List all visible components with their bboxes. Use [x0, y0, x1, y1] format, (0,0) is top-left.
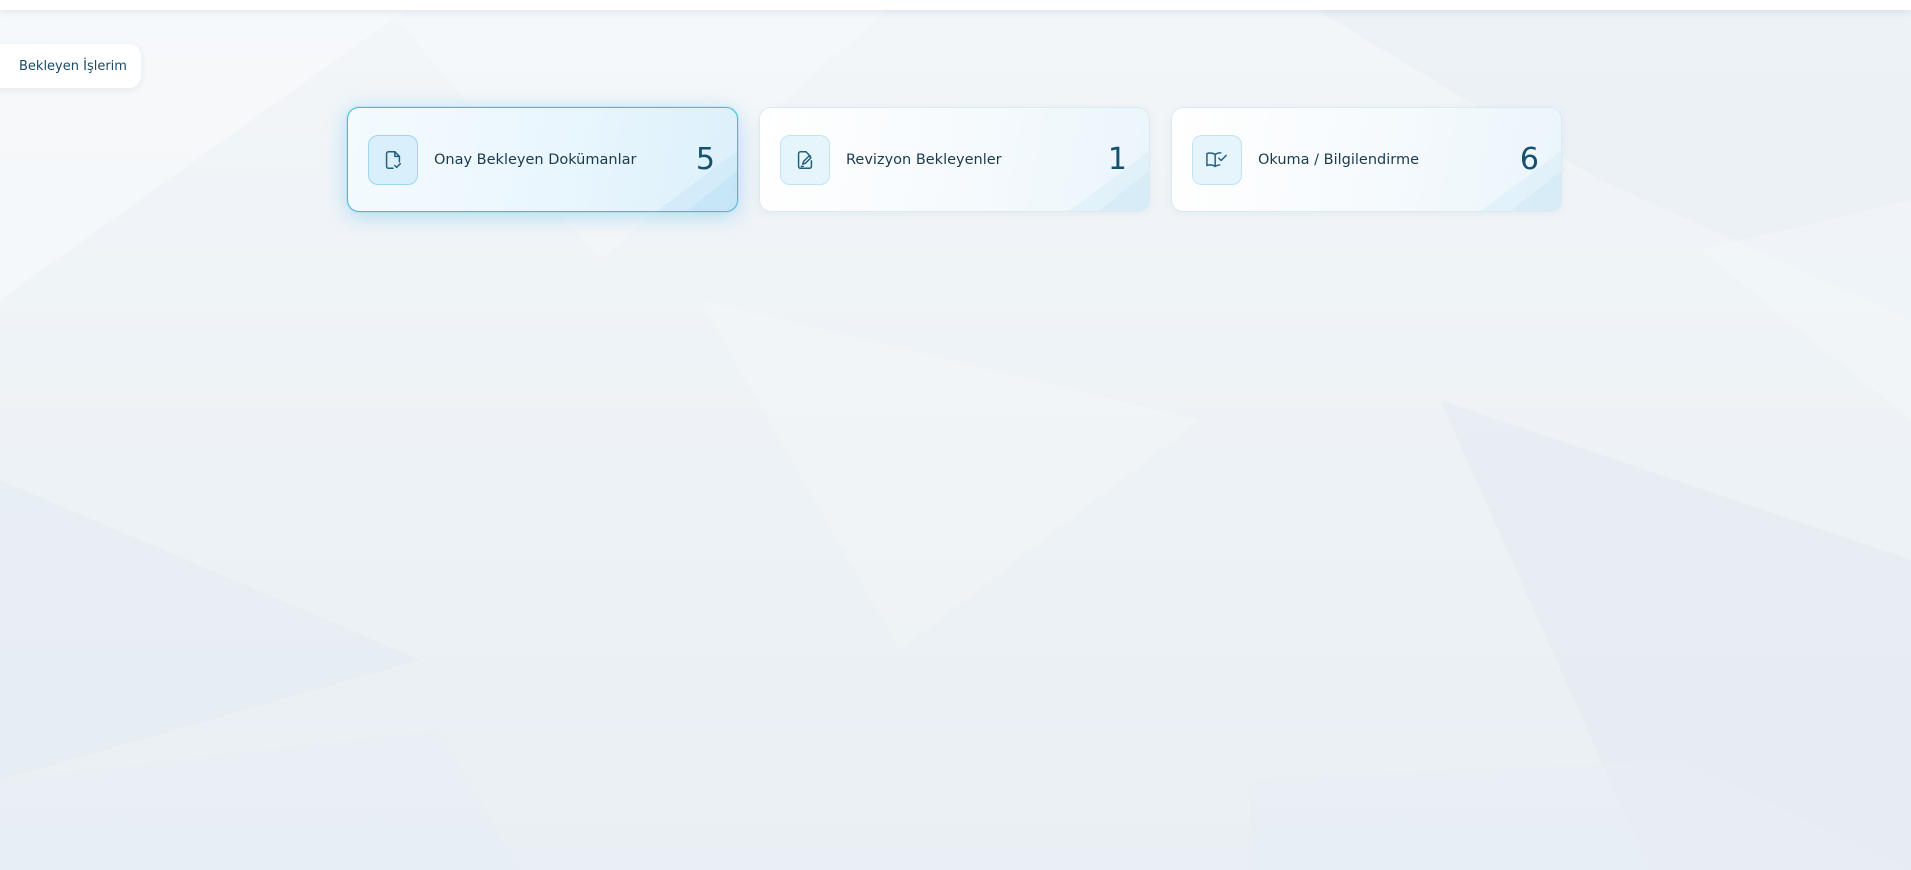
- card-label: Onay Bekleyen Dokümanlar: [434, 151, 637, 168]
- card-label: Revizyon Bekleyenler: [846, 151, 1002, 168]
- document-edit-icon: [780, 134, 830, 185]
- pending-tasks-text: Bekleyen İşlerim: [19, 58, 127, 74]
- summary-cards: Onay Bekleyen Dokümanlar 5 Revizyon Bekl…: [347, 107, 1562, 212]
- card-count: 5: [695, 142, 715, 177]
- pending-tasks-label: Bekleyen İşlerim: [0, 44, 141, 88]
- card-reading-notification[interactable]: Okuma / Bilgilendirme 6: [1171, 107, 1562, 212]
- page: Bekleyen İşlerim Onay Bekleyen Dokümanla…: [0, 0, 1911, 870]
- card-count: 6: [1519, 142, 1539, 177]
- book-check-icon: [1192, 134, 1242, 185]
- card-count: 1: [1107, 142, 1127, 177]
- card-pending-revision[interactable]: Revizyon Bekleyenler 1: [759, 107, 1150, 212]
- top-bar: [0, 0, 1911, 10]
- card-label: Okuma / Bilgilendirme: [1258, 151, 1420, 168]
- document-check-icon: [368, 134, 418, 185]
- card-pending-approval[interactable]: Onay Bekleyen Dokümanlar 5: [347, 107, 738, 212]
